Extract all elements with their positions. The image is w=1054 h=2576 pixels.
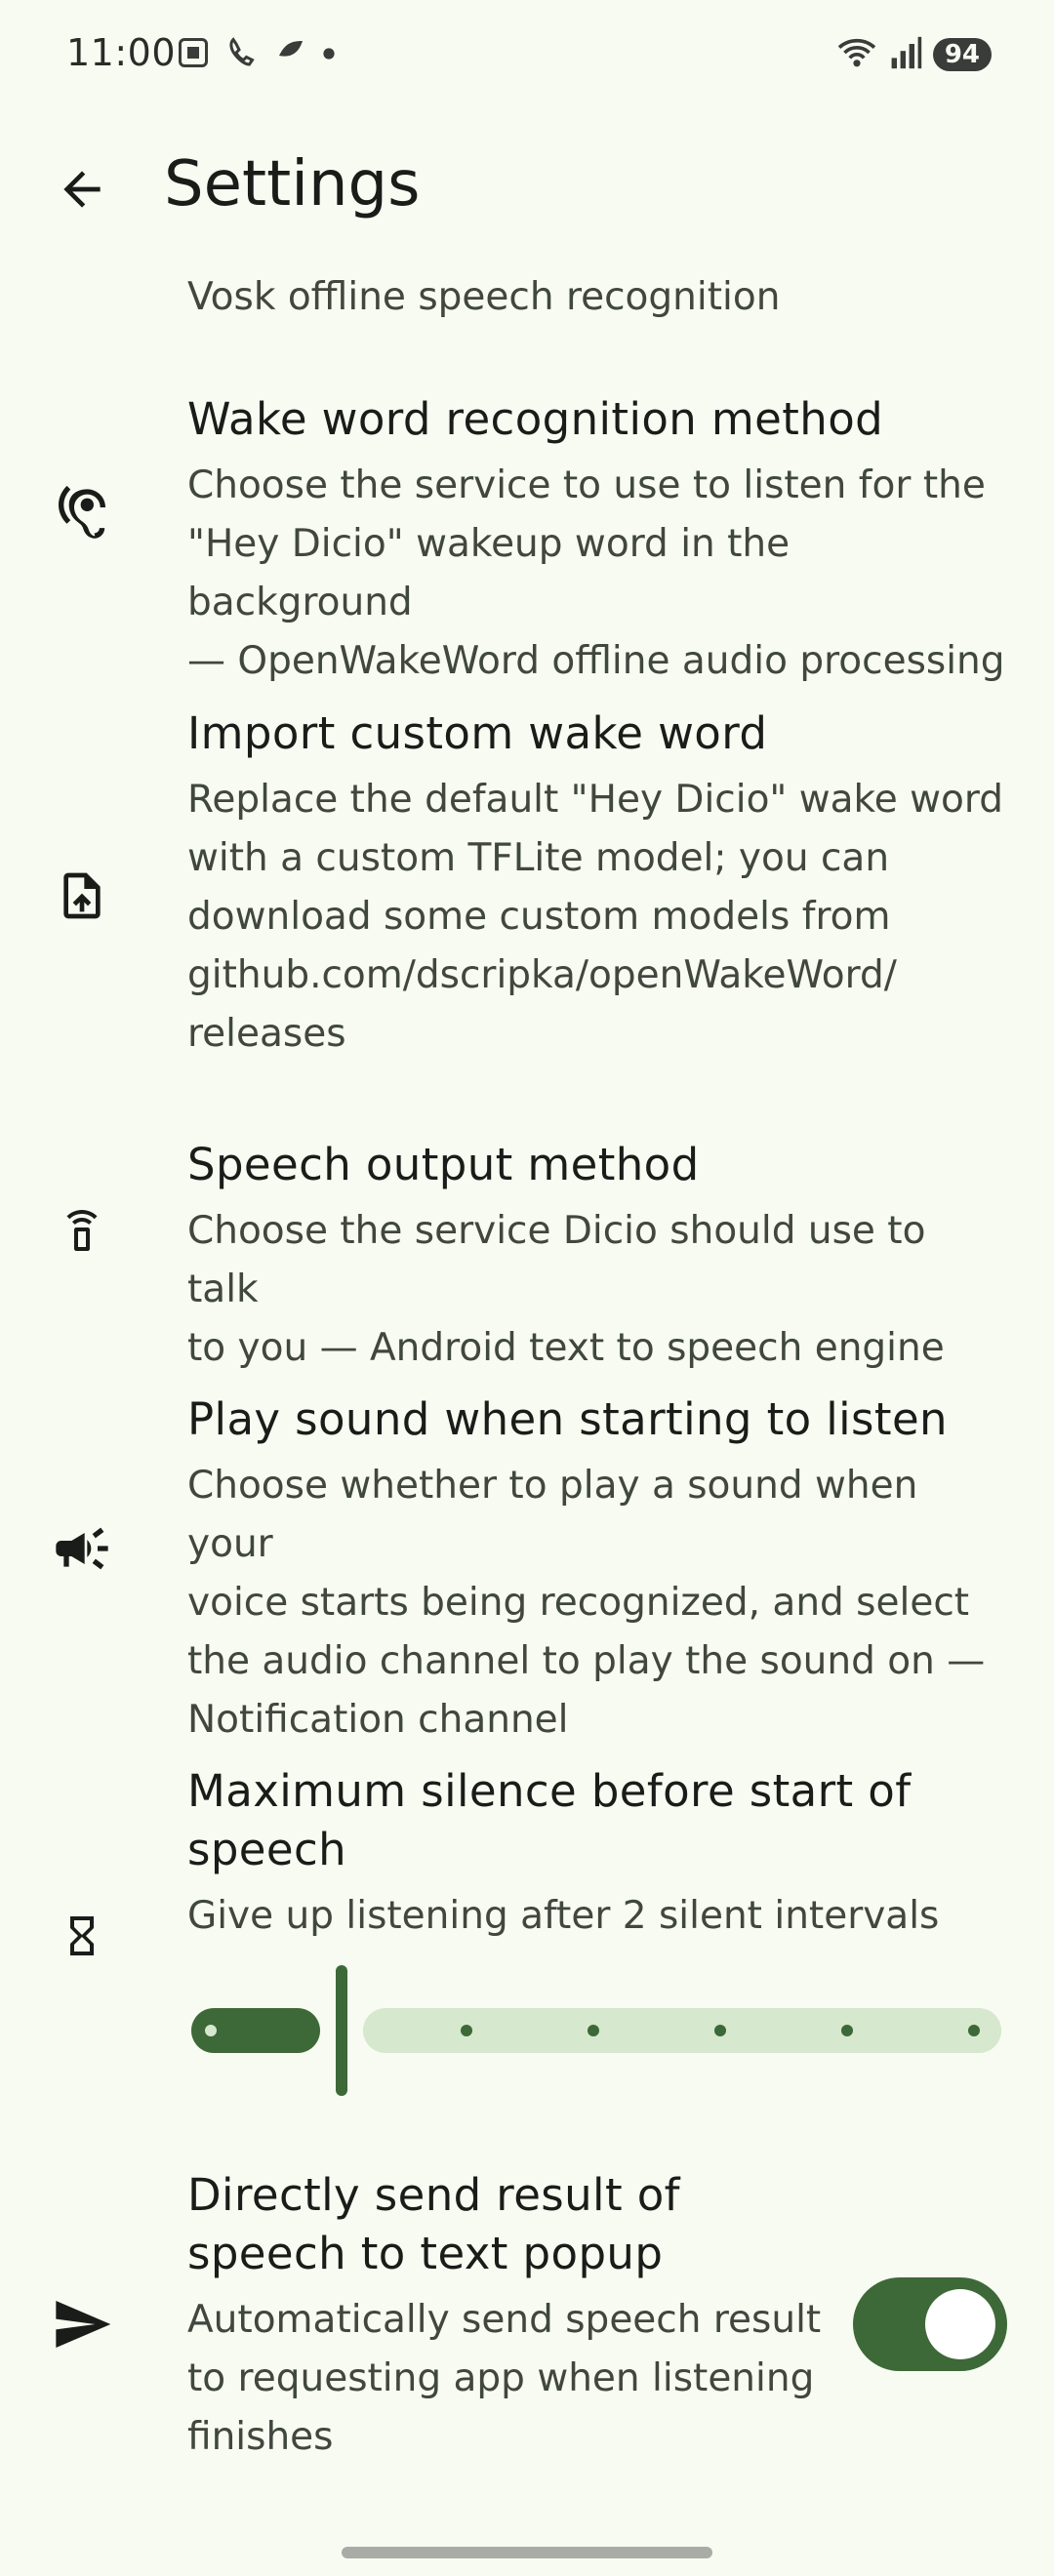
toggle-knob [925, 2289, 995, 2359]
hearing-icon [43, 476, 121, 554]
campaign-icon [43, 1509, 121, 1588]
setting-wake-word-method[interactable]: Wake word recognition method Choose the … [0, 390, 1054, 683]
setting-description: Give up listening after 2 silent interva… [187, 1894, 940, 1938]
speech-recognition-method-summary[interactable]: Vosk offline speech recognition [187, 275, 780, 319]
slider-tick [841, 2025, 853, 2036]
setting-description: Automatically send speech result to requ… [187, 2298, 822, 2459]
file-upload-icon [43, 857, 121, 935]
status-bar: 11:00 94 [0, 0, 1054, 107]
back-button[interactable] [43, 150, 121, 228]
setting-title: Wake word recognition method [187, 393, 884, 445]
setting-play-sound[interactable]: Play sound when starting to listen Choos… [0, 1390, 1054, 1742]
signal-icon [888, 35, 923, 74]
setting-description: Choose the service Dicio should use to t… [187, 1209, 945, 1370]
status-time: 11:00 [66, 31, 177, 74]
direct-send-toggle[interactable] [853, 2277, 1007, 2371]
battery-icon: 94 [932, 38, 992, 71]
top-app-bar: Settings [0, 127, 1054, 244]
silence-intervals-slider[interactable] [191, 1961, 1001, 2098]
slider-tick [714, 2025, 726, 2036]
setting-description: Choose the service to use to listen for … [187, 463, 1005, 683]
wifi-icon [835, 35, 878, 74]
wifi-call-icon [224, 35, 260, 74]
page-title: Settings [164, 148, 421, 221]
setting-title: Speech output method [187, 1139, 700, 1190]
slider-inactive-track [363, 2008, 1001, 2053]
app-icon [273, 35, 308, 74]
screenshot-icon [176, 35, 211, 74]
setting-description: Replace the default "Hey Dicio" wake wor… [187, 778, 1004, 1056]
setting-description: Choose whether to play a sound when your… [187, 1464, 986, 1742]
setting-title: Directly send result of speech to text p… [187, 2169, 680, 2279]
setting-speech-output-method[interactable]: Speech output method Choose the service … [0, 1136, 1054, 1370]
setting-title: Play sound when starting to listen [187, 1393, 948, 1445]
slider-tick [968, 2025, 980, 2036]
arrow-back-icon [63, 171, 101, 208]
speaker-phone-icon [43, 1192, 121, 1270]
slider-thumb[interactable] [336, 1965, 347, 2096]
setting-max-silence: Maximum silence before start of speech G… [0, 1762, 1054, 1955]
setting-title: Maximum silence before start of speech [187, 1765, 912, 1875]
setting-import-wake-word[interactable]: Import custom wake word Replace the defa… [0, 704, 1054, 1075]
slider-tick [461, 2025, 472, 2036]
setting-title: Import custom wake word [187, 707, 768, 759]
gesture-nav-handle[interactable] [342, 2547, 712, 2558]
status-icons-right: 94 [835, 35, 992, 74]
send-icon [43, 2285, 121, 2363]
hourglass-icon [43, 1897, 121, 1975]
slider-tick [205, 2025, 217, 2036]
status-icons-left [176, 35, 336, 74]
slider-tick [588, 2025, 599, 2036]
dot-icon [322, 46, 336, 64]
